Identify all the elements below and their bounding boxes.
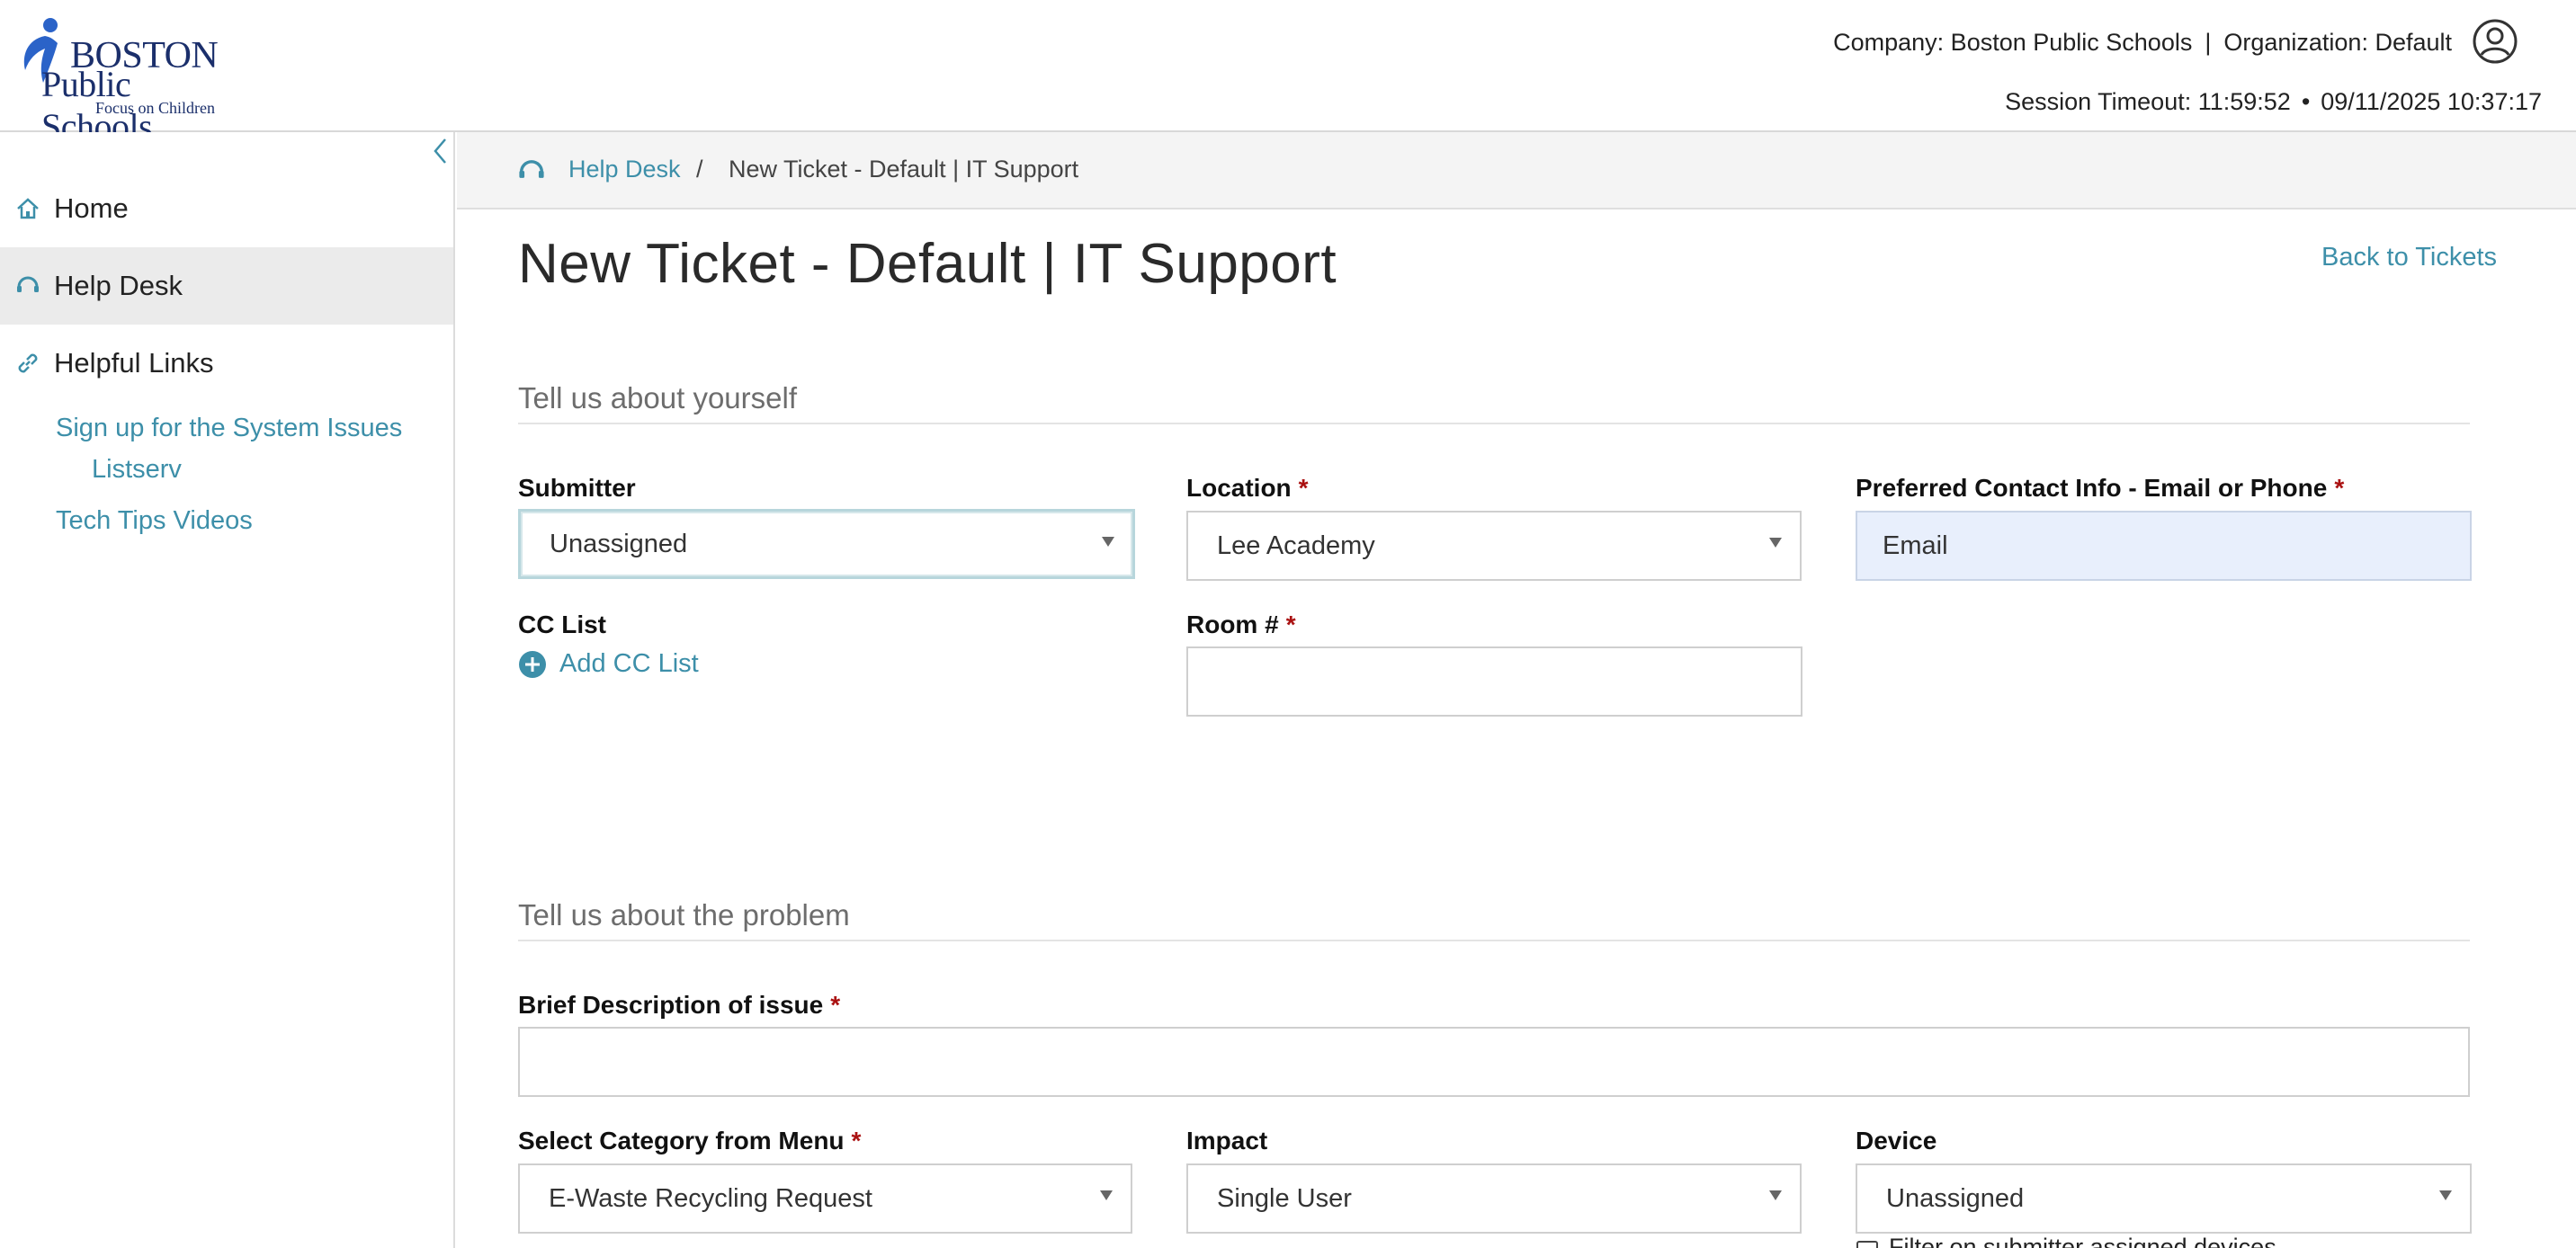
company-name: Company: Boston Public Schools: [1833, 29, 2193, 56]
brief-description-label: Brief Description of issue *: [518, 991, 840, 1020]
impact-value: Single User: [1217, 1183, 1352, 1213]
contact-value: Email: [1883, 530, 1948, 560]
breadcrumb: Help Desk / New Ticket - Default | IT Su…: [457, 132, 2576, 209]
category-select[interactable]: E-Waste Recycling Request: [518, 1163, 1132, 1234]
cc-list-label-text: CC List: [518, 611, 606, 638]
breadcrumb-help-desk-link[interactable]: Help Desk: [568, 156, 681, 183]
brief-description-label-text: Brief Description of issue: [518, 991, 824, 1019]
page-title: New Ticket - Default | IT Support: [518, 233, 1337, 295]
category-label: Select Category from Menu *: [518, 1127, 861, 1155]
session-timeout: Session Timeout: 11:59:52: [2005, 88, 2291, 115]
location-label-text: Location: [1186, 474, 1292, 502]
back-to-tickets-link[interactable]: Back to Tickets: [2321, 243, 2497, 272]
category-label-text: Select Category from Menu: [518, 1127, 845, 1154]
helpdesk-icon: [17, 276, 39, 292]
add-cc-list-button[interactable]: Add CC List: [518, 649, 699, 679]
room-number-input[interactable]: [1186, 646, 1802, 717]
impact-label: Impact: [1186, 1127, 1267, 1155]
add-cc-list-label: Add CC List: [559, 649, 699, 678]
location-select[interactable]: Lee Academy: [1186, 511, 1802, 581]
sidebar: Home Help Desk Helpful Links Sign up for…: [0, 132, 455, 1248]
required-marker: *: [2334, 474, 2345, 502]
filter-submitter-devices-label: Filter on submitter assigned devices: [1889, 1234, 2276, 1248]
session-info: Session Timeout: 11:59:52 • 09/11/2025 10:…: [2005, 88, 2542, 116]
required-marker: *: [851, 1127, 862, 1154]
submitter-label-text: Submitter: [518, 474, 636, 502]
header-separator: |: [2205, 29, 2212, 56]
link-tech-tips-videos[interactable]: Tech Tips Videos: [56, 500, 253, 541]
contact-label: Preferred Contact Info - Email or Phone *: [1856, 474, 2344, 503]
sidebar-item-home[interactable]: Home: [0, 170, 453, 247]
category-value: E-Waste Recycling Request: [549, 1183, 872, 1213]
app-header: BOSTON Public Schools Focus on Children …: [0, 0, 2576, 147]
session-bullet: •: [2301, 88, 2311, 115]
contact-label-text: Preferred Contact Info - Email or Phone: [1856, 474, 2328, 502]
section-divider: [518, 940, 2470, 941]
device-label-text: Device: [1856, 1127, 1937, 1154]
cc-list-label: CC List: [518, 611, 606, 639]
add-circle-icon: [519, 650, 546, 678]
device-value: Unassigned: [1886, 1183, 2025, 1213]
breadcrumb-separator: /: [696, 156, 703, 183]
organization-name: Organization: Default: [2223, 29, 2452, 56]
device-label: Device: [1856, 1127, 1936, 1155]
company-organization-info: Company: Boston Public Schools | Organizat…: [1833, 29, 2452, 57]
location-value: Lee Academy: [1217, 530, 1375, 560]
required-marker: *: [1298, 474, 1309, 502]
room-label-text: Room #: [1186, 611, 1279, 638]
impact-select[interactable]: Single User: [1186, 1163, 1802, 1234]
sidebar-item-label: Home: [54, 192, 129, 224]
device-select[interactable]: Unassigned: [1856, 1163, 2472, 1234]
chevron-down-icon: [1102, 537, 1114, 547]
impact-label-text: Impact: [1186, 1127, 1268, 1154]
sidebar-item-label: Help Desk: [54, 270, 183, 301]
session-datetime: 09/11/2025 10:37:17: [2321, 88, 2542, 115]
room-label: Room # *: [1186, 611, 1296, 639]
link-icon: [18, 353, 38, 373]
collapse-sidebar-chevron-left-icon[interactable]: [428, 136, 452, 166]
filter-submitter-devices-checkbox[interactable]: [1856, 1241, 1878, 1248]
location-label: Location *: [1186, 474, 1309, 503]
helpdesk-icon: [519, 160, 544, 178]
chevron-down-icon: [1100, 1190, 1113, 1200]
breadcrumb-current: New Ticket - Default | IT Support: [729, 156, 1079, 183]
preferred-contact-field[interactable]: Email: [1856, 511, 2472, 581]
home-icon: [17, 198, 39, 219]
section-title-problem: Tell us about the problem: [518, 898, 850, 932]
required-marker: *: [830, 991, 841, 1019]
logo-tagline: Focus on Children: [95, 99, 215, 117]
chevron-down-icon: [1769, 1190, 1782, 1200]
link-line-1: Tech Tips Videos: [56, 506, 253, 535]
brief-description-input[interactable]: [518, 1027, 2470, 1097]
submitter-value: Unassigned: [550, 529, 688, 558]
user-profile-icon[interactable]: [2472, 18, 2518, 65]
chevron-down-icon: [2439, 1190, 2452, 1200]
boston-public-schools-logo[interactable]: BOSTON Public Schools Focus on Children: [18, 16, 225, 147]
sidebar-item-helpful-links[interactable]: Helpful Links: [0, 325, 453, 402]
chevron-down-icon: [1769, 538, 1782, 548]
sidebar-item-label: Helpful Links: [54, 347, 214, 379]
submitter-label: Submitter: [518, 474, 636, 503]
link-line-2: Listserv: [92, 455, 182, 484]
required-marker: *: [1285, 611, 1296, 638]
submitter-select[interactable]: Unassigned: [518, 509, 1135, 579]
link-line-1: Sign up for the System Issues: [56, 414, 403, 442]
section-divider: [518, 423, 2470, 424]
sidebar-item-help-desk[interactable]: Help Desk: [0, 247, 453, 325]
section-title-yourself: Tell us about yourself: [518, 381, 798, 415]
link-system-issues-listserv[interactable]: Sign up for the System Issues Listserv: [56, 407, 402, 490]
